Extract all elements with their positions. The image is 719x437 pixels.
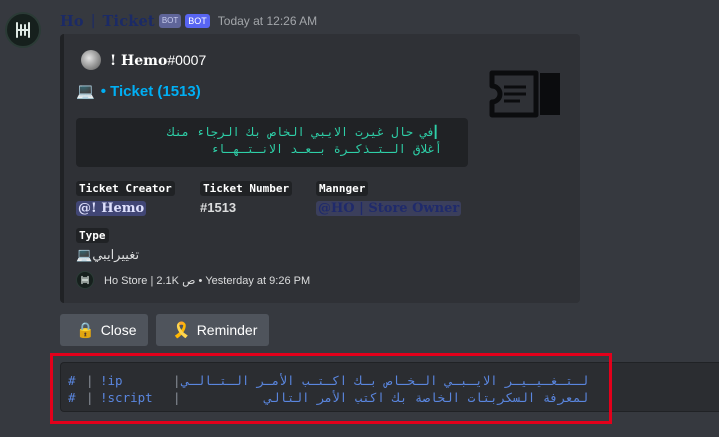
laptop-icon: 💻 — [76, 247, 93, 262]
close-button-label: Close — [100, 322, 137, 338]
embed-footer: Ho Store | 2.1K ص • Yesterday at 9:26 PM — [76, 271, 310, 289]
action-buttons: 🔒 Close 🎗️ Reminder — [60, 314, 269, 346]
field-value: @! Hemo — [76, 200, 175, 216]
field-name: Type — [76, 228, 109, 243]
message-timestamp[interactable]: Today at 12:26 AM — [218, 14, 317, 28]
username-separator: | — [90, 13, 96, 29]
footer-text: Ho Store | 2.1K ص • Yesterday at 9:26 PM — [104, 274, 311, 287]
ticket-embed: ! Hemo#0007 💻 • Ticket (1513) ▎في حال غي… — [60, 34, 580, 303]
author-name-text: ! Hemo — [110, 52, 168, 69]
app-badge: BOT — [158, 14, 182, 28]
bot-badge: BOT — [185, 14, 210, 28]
field-value: #1513 — [200, 200, 237, 215]
type-value-text: تغييرايبي — [92, 247, 140, 262]
field-name: Ticket Number — [200, 181, 293, 196]
code-cursor: ▎ — [434, 125, 442, 139]
author-name: ! Hemo#0007 — [110, 52, 206, 69]
field-value: @HO | Store Owner — [316, 200, 462, 216]
author-avatar[interactable] — [81, 50, 101, 70]
field-name: Mannger — [316, 181, 369, 196]
ho-logo-icon — [16, 22, 30, 38]
laptop-icon: 💻 — [76, 83, 95, 100]
ticket-icon — [489, 70, 560, 118]
field-value: 💻تغييرايبي — [76, 247, 139, 263]
message-header: Ho | Ticket BOT BOT Today at 12:26 AM — [60, 11, 317, 31]
bot-username[interactable]: Ho — [60, 13, 84, 30]
embed-code-block: ▎في حال غيرت الايبي الخاص بك الرجاء منك … — [76, 118, 468, 167]
field-ticket-number: Ticket Number #1513 — [200, 177, 293, 215]
ho-logo-icon — [81, 275, 89, 285]
code-line-2: أغلاق الـتـذكـرة بـعـد الانـتـهـاء — [210, 142, 442, 156]
field-type: Type 💻تغييرايبي — [76, 224, 139, 263]
embed-title-text: • Ticket (1513) — [100, 82, 201, 100]
embed-title[interactable]: 💻 • Ticket (1513) — [76, 82, 201, 101]
field-ticket-creator: Ticket Creator @! Hemo — [76, 177, 175, 216]
ribbon-icon: 🎗️ — [172, 322, 191, 339]
code-line-1: ▎في حال غيرت الايبي الخاص بك الرجاء منك — [76, 124, 442, 141]
field-name: Ticket Creator — [76, 181, 175, 196]
manager-role-mention[interactable]: @HO | Store Owner — [316, 201, 462, 216]
close-button[interactable]: 🔒 Close — [60, 314, 148, 346]
reminder-button[interactable]: 🎗️ Reminder — [156, 314, 269, 346]
embed-author: ! Hemo#0007 — [81, 50, 206, 70]
author-discriminator: #0007 — [167, 51, 207, 68]
code-line-1-text: في حال غيرت الايبي الخاص بك الرجاء منك — [167, 125, 435, 139]
lock-icon: 🔒 — [76, 322, 95, 339]
ticket-thumbnail[interactable] — [486, 66, 566, 122]
highlight-box — [50, 353, 612, 424]
reminder-button-label: Reminder — [196, 322, 258, 338]
footer-icon — [76, 271, 94, 289]
bot-avatar[interactable] — [5, 12, 41, 48]
creator-mention[interactable]: @! Hemo — [76, 201, 147, 216]
bot-username-suffix[interactable]: Ticket — [103, 13, 155, 30]
field-manager: Mannger @HO | Store Owner — [316, 177, 462, 216]
